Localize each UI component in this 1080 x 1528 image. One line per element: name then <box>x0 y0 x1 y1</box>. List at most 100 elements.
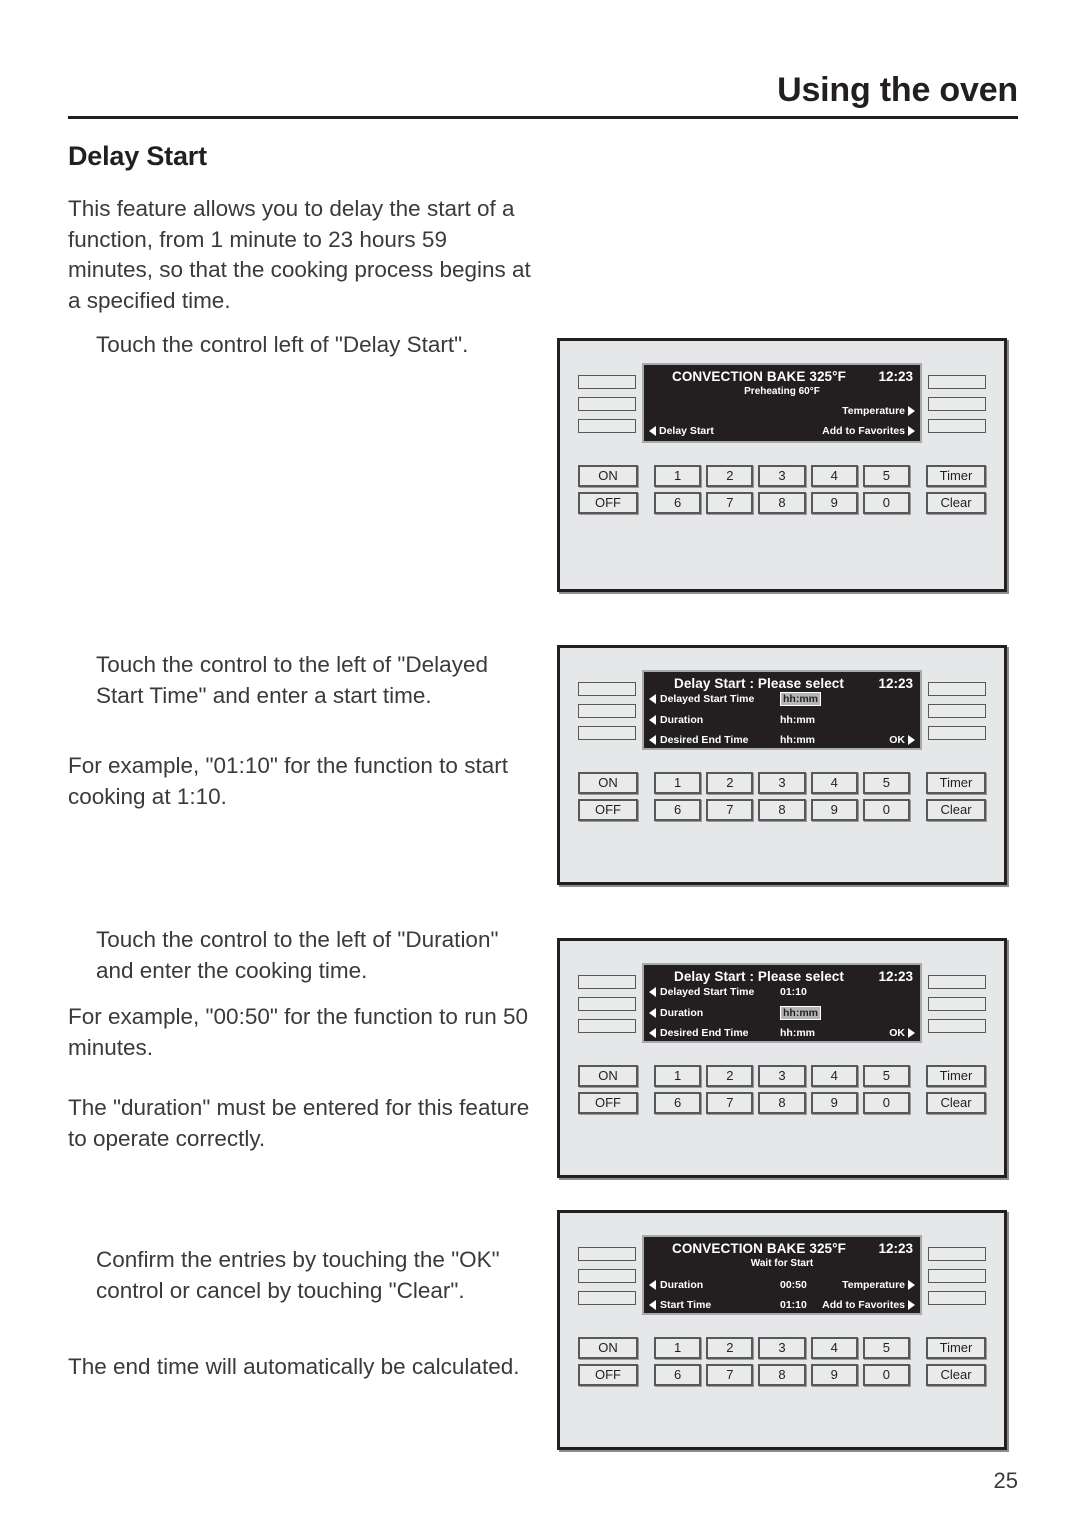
lcd-row-duration[interactable]: Duration hh:mm <box>649 1005 915 1021</box>
left-soft-key-2[interactable] <box>578 997 636 1011</box>
lcd-option-add-to-favorites[interactable]: Add to Favorites <box>822 425 915 437</box>
left-soft-key-1[interactable] <box>578 375 636 389</box>
left-soft-key-3[interactable] <box>578 1291 636 1305</box>
key-7[interactable]: 7 <box>706 492 754 514</box>
right-soft-key-3[interactable] <box>928 726 986 740</box>
key-8[interactable]: 8 <box>758 1364 806 1386</box>
off-button[interactable]: OFF <box>578 1364 638 1386</box>
left-soft-key-1[interactable] <box>578 1247 636 1261</box>
right-soft-keys[interactable] <box>928 1247 986 1305</box>
key-8[interactable]: 8 <box>758 492 806 514</box>
on-button[interactable]: ON <box>578 772 638 794</box>
key-5[interactable]: 5 <box>862 1065 911 1087</box>
left-soft-key-2[interactable] <box>578 704 636 718</box>
key-0[interactable]: 0 <box>862 799 911 821</box>
key-6[interactable]: 6 <box>654 492 702 514</box>
right-soft-key-2[interactable] <box>928 1269 986 1283</box>
right-soft-key-3[interactable] <box>928 1291 986 1305</box>
key-1[interactable]: 1 <box>654 772 702 794</box>
key-7[interactable]: 7 <box>706 1364 754 1386</box>
key-2[interactable]: 2 <box>706 1065 754 1087</box>
left-soft-key-3[interactable] <box>578 419 636 433</box>
key-1[interactable]: 1 <box>654 465 702 487</box>
right-soft-key-1[interactable] <box>928 1247 986 1261</box>
left-soft-key-2[interactable] <box>578 1269 636 1283</box>
key-0[interactable]: 0 <box>862 492 911 514</box>
key-7[interactable]: 7 <box>706 799 754 821</box>
clear-button[interactable]: Clear <box>926 799 986 821</box>
lcd-row-duration[interactable]: Duration 00:50 Temperature <box>649 1277 915 1293</box>
right-soft-key-2[interactable] <box>928 704 986 718</box>
lcd-option-temperature[interactable]: Temperature <box>842 405 915 417</box>
key-5[interactable]: 5 <box>862 1337 911 1359</box>
key-8[interactable]: 8 <box>758 1092 806 1114</box>
off-button[interactable]: OFF <box>578 492 638 514</box>
left-soft-key-2[interactable] <box>578 397 636 411</box>
lcd-option-temperature[interactable]: Temperature <box>842 1279 915 1291</box>
key-1[interactable]: 1 <box>654 1065 702 1087</box>
left-soft-keys[interactable] <box>578 975 636 1033</box>
lcd-row-duration[interactable]: Duration hh:mm <box>649 712 915 728</box>
ok-option[interactable]: OK <box>889 1027 915 1039</box>
key-9[interactable]: 9 <box>810 1364 858 1386</box>
key-1[interactable]: 1 <box>654 1337 702 1359</box>
key-4[interactable]: 4 <box>810 1337 858 1359</box>
off-button[interactable]: OFF <box>578 799 638 821</box>
right-soft-key-2[interactable] <box>928 397 986 411</box>
left-soft-keys[interactable] <box>578 375 636 433</box>
key-0[interactable]: 0 <box>862 1092 911 1114</box>
right-soft-key-1[interactable] <box>928 975 986 989</box>
key-3[interactable]: 3 <box>758 772 806 794</box>
left-soft-key-1[interactable] <box>578 682 636 696</box>
right-soft-key-3[interactable] <box>928 1019 986 1033</box>
lcd-row-desired-end-time[interactable]: Desired End Time hh:mm OK <box>649 732 915 748</box>
key-3[interactable]: 3 <box>758 1065 806 1087</box>
left-soft-key-3[interactable] <box>578 726 636 740</box>
clear-button[interactable]: Clear <box>926 492 986 514</box>
key-4[interactable]: 4 <box>810 772 858 794</box>
right-soft-key-1[interactable] <box>928 375 986 389</box>
timer-button[interactable]: Timer <box>926 772 986 794</box>
key-6[interactable]: 6 <box>654 1364 702 1386</box>
lcd-row-delayed-start-time[interactable]: Delayed Start Time hh:mm <box>649 691 915 707</box>
key-4[interactable]: 4 <box>810 465 858 487</box>
lcd-row-desired-end-time[interactable]: Desired End Time hh:mm OK <box>649 1025 915 1041</box>
on-button[interactable]: ON <box>578 1065 638 1087</box>
key-3[interactable]: 3 <box>758 1337 806 1359</box>
timer-button[interactable]: Timer <box>926 465 986 487</box>
timer-button[interactable]: Timer <box>926 1065 986 1087</box>
key-9[interactable]: 9 <box>810 492 858 514</box>
lcd-option-delay-start[interactable]: Delay Start <box>649 425 714 437</box>
right-soft-keys[interactable] <box>928 682 986 740</box>
key-2[interactable]: 2 <box>706 772 754 794</box>
key-7[interactable]: 7 <box>706 1092 754 1114</box>
key-2[interactable]: 2 <box>706 465 754 487</box>
clear-button[interactable]: Clear <box>926 1364 986 1386</box>
clear-button[interactable]: Clear <box>926 1092 986 1114</box>
right-soft-key-2[interactable] <box>928 997 986 1011</box>
key-9[interactable]: 9 <box>810 799 858 821</box>
key-9[interactable]: 9 <box>810 1092 858 1114</box>
lcd-row-delayed-start-time[interactable]: Delayed Start Time 01:10 <box>649 984 915 1000</box>
lcd-option-add-to-favorites[interactable]: Add to Favorites <box>822 1299 915 1311</box>
right-soft-keys[interactable] <box>928 975 986 1033</box>
key-8[interactable]: 8 <box>758 799 806 821</box>
key-5[interactable]: 5 <box>862 465 911 487</box>
key-5[interactable]: 5 <box>862 772 911 794</box>
on-button[interactable]: ON <box>578 1337 638 1359</box>
off-button[interactable]: OFF <box>578 1092 638 1114</box>
key-6[interactable]: 6 <box>654 1092 702 1114</box>
key-2[interactable]: 2 <box>706 1337 754 1359</box>
left-soft-keys[interactable] <box>578 1247 636 1305</box>
left-soft-key-1[interactable] <box>578 975 636 989</box>
on-button[interactable]: ON <box>578 465 638 487</box>
key-4[interactable]: 4 <box>810 1065 858 1087</box>
right-soft-key-1[interactable] <box>928 682 986 696</box>
right-soft-keys[interactable] <box>928 375 986 433</box>
ok-option[interactable]: OK <box>889 734 915 746</box>
key-3[interactable]: 3 <box>758 465 806 487</box>
key-0[interactable]: 0 <box>862 1364 911 1386</box>
left-soft-key-3[interactable] <box>578 1019 636 1033</box>
right-soft-key-3[interactable] <box>928 419 986 433</box>
left-soft-keys[interactable] <box>578 682 636 740</box>
